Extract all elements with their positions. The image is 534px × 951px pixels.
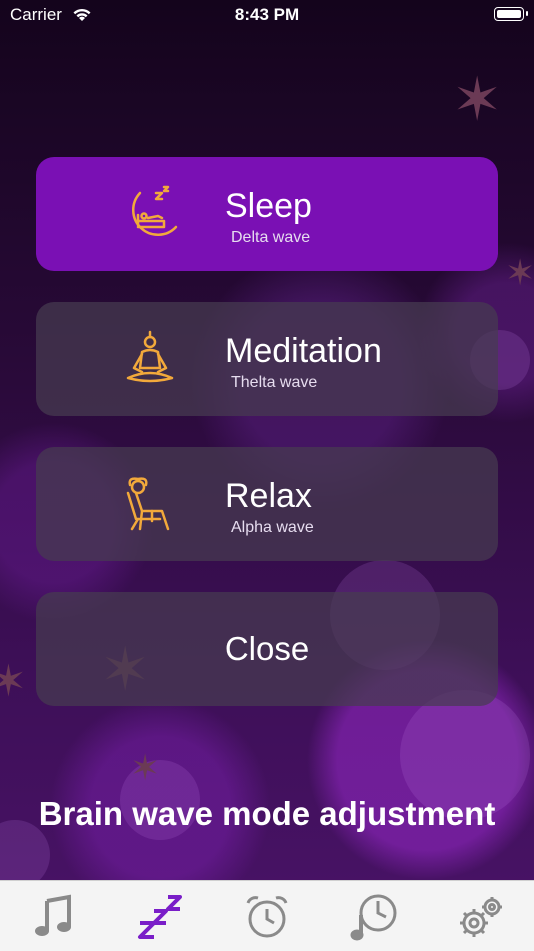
- mode-subtitle: Delta wave: [231, 229, 311, 246]
- mode-title: Relax: [225, 477, 312, 515]
- sleep-moon-icon: [132, 185, 178, 237]
- star-decoration: ✶: [130, 747, 161, 788]
- tab-settings[interactable]: [456, 893, 506, 941]
- battery-icon: [494, 7, 528, 21]
- close-button[interactable]: Close: [36, 592, 498, 706]
- relax-chair-icon: [126, 477, 170, 531]
- star-decoration: ✶: [452, 66, 503, 133]
- gears-icon: [460, 897, 502, 937]
- mode-title: Meditation: [225, 332, 382, 370]
- meditation-mode-button[interactable]: Meditation Thelta wave: [36, 302, 498, 416]
- close-label: Close: [224, 630, 310, 667]
- tab-alarm[interactable]: [242, 893, 292, 941]
- star-decoration: ✶: [505, 252, 534, 293]
- alarm-clock-icon: [246, 896, 288, 938]
- meditation-icon: [126, 330, 174, 383]
- tab-music[interactable]: [29, 893, 79, 941]
- mode-subtitle: Thelta wave: [231, 374, 318, 391]
- music-note-icon: [35, 894, 71, 936]
- tab-timer-music[interactable]: [349, 893, 399, 941]
- footer-title: Brain wave mode adjustment: [38, 795, 496, 832]
- tab-sleep[interactable]: [136, 893, 186, 941]
- relax-mode-button[interactable]: Relax Alpha wave: [36, 447, 498, 561]
- status-bar: Carrier 8:43 PM: [0, 0, 534, 30]
- mode-title: Sleep: [225, 187, 312, 225]
- star-decoration: ✶: [0, 657, 27, 706]
- tab-bar: [0, 880, 534, 951]
- clock-time: 8:43 PM: [234, 5, 300, 24]
- mode-subtitle: Alpha wave: [231, 519, 314, 536]
- sleep-mode-button[interactable]: Sleep Delta wave: [36, 157, 498, 271]
- zzz-icon: [138, 895, 182, 939]
- clock-music-icon: [350, 894, 397, 941]
